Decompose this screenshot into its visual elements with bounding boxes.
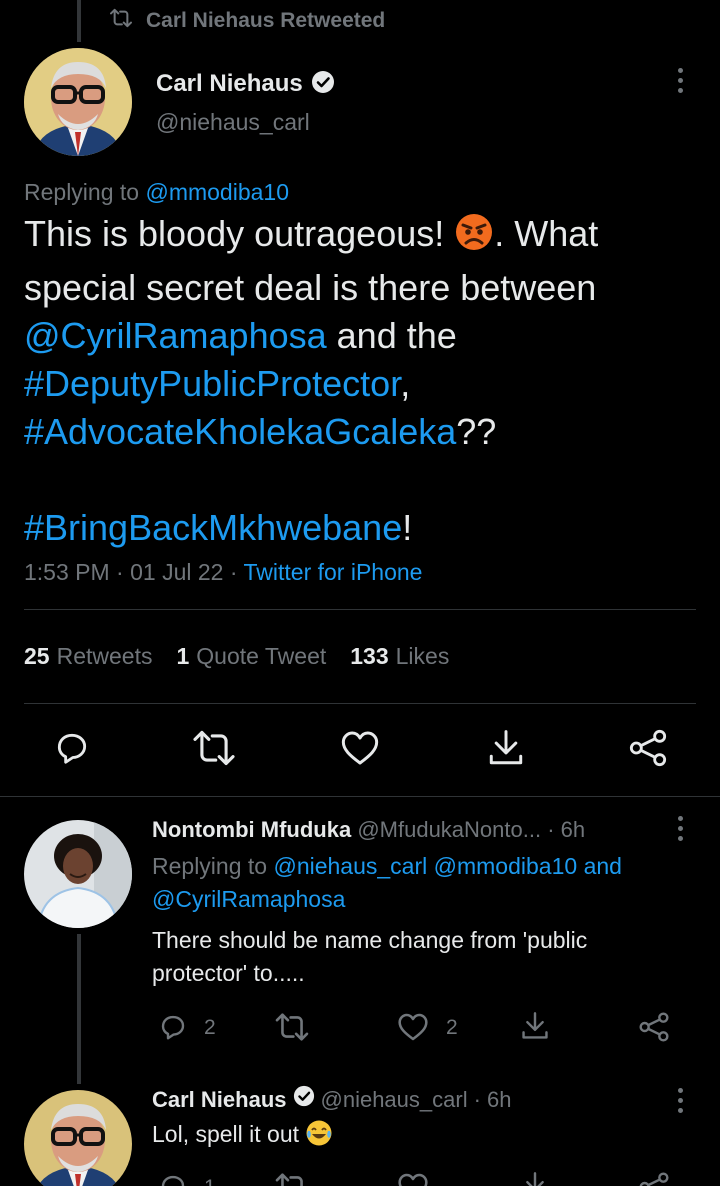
quotes-label: Quote Tweet <box>196 642 327 669</box>
angry-face-emoji-icon <box>454 212 494 264</box>
retweet-button[interactable] <box>272 1010 312 1044</box>
likes-count: 133 <box>350 642 389 669</box>
retweets-label: Retweets <box>56 642 153 669</box>
reply-author-avatar[interactable] <box>24 820 132 928</box>
reply-replying-to: Replying to @niehaus_carl @mmodiba10 and… <box>152 850 692 916</box>
timestamp-row: 1:53 PM · 01 Jul 22 · Twitter for iPhone <box>24 559 423 585</box>
share-button[interactable] <box>518 1168 552 1186</box>
thread-line-top <box>77 0 81 42</box>
retweet-button[interactable] <box>272 1170 312 1186</box>
more-options-icon[interactable] <box>660 1080 700 1120</box>
heart-icon <box>397 1172 429 1186</box>
hashtag-link[interactable]: #BringBackMkhwebane <box>24 507 402 548</box>
heart-icon <box>340 729 380 767</box>
download-share-icon <box>488 728 524 768</box>
retweet-icon <box>110 8 132 34</box>
reply-text: Lol, spell it out <box>152 1118 333 1156</box>
tweet-stats: 25 Retweets 1 Quote Tweet 133 Likes <box>24 638 473 674</box>
reply-header: Carl Niehaus @niehaus_carl · 6h <box>152 1084 512 1116</box>
share-network-button[interactable] <box>636 1170 672 1186</box>
quotes-stat[interactable]: 1 Quote Tweet <box>176 643 326 670</box>
replying-to-prefix: Replying to <box>24 179 140 205</box>
tweet-source[interactable]: Twitter for iPhone <box>244 559 423 585</box>
reply-author-avatar[interactable] <box>24 1090 132 1186</box>
replying-to: Replying to @mmodiba10 <box>24 176 289 208</box>
quotes-count: 1 <box>176 642 190 669</box>
author-name-row[interactable]: Carl Niehaus <box>156 68 335 100</box>
retweet-banner: Carl Niehaus Retweeted <box>110 6 385 36</box>
replying-to-prefix: Replying to <box>152 853 268 879</box>
more-options-icon[interactable] <box>660 808 700 848</box>
tweet-text-part: This is bloody outrageous! <box>24 213 445 254</box>
reply-author-name[interactable]: Carl Niehaus <box>152 1084 287 1116</box>
likes-label: Likes <box>395 642 450 669</box>
thread-line-reply <box>77 934 81 1084</box>
reply-time[interactable]: · 6h <box>547 817 585 842</box>
tweet-text-part: ?? <box>456 411 497 452</box>
like-count: 2 <box>446 1016 458 1039</box>
author-name[interactable]: Carl Niehaus <box>156 70 303 98</box>
reply-button[interactable] <box>50 726 94 770</box>
retweet-icon <box>274 1172 310 1186</box>
share-network-icon <box>638 1171 670 1186</box>
replying-to-and[interactable]: and <box>584 853 622 879</box>
share-button[interactable] <box>484 726 528 770</box>
divider <box>24 609 696 610</box>
replying-to-mention[interactable]: @niehaus_carl <box>273 853 427 879</box>
download-share-icon <box>521 1170 549 1186</box>
share-network-icon <box>638 1011 670 1043</box>
reply-count: 2 <box>204 1016 216 1039</box>
author-avatar[interactable] <box>24 48 132 156</box>
retweets-stat[interactable]: 25 Retweets <box>24 643 152 670</box>
verified-badge-icon <box>293 1084 315 1116</box>
heart-icon <box>397 1012 429 1042</box>
replying-to-mention[interactable]: @CyrilRamaphosa <box>152 886 345 912</box>
reply-time[interactable]: · 6h <box>474 1084 512 1116</box>
reply-header: Nontombi Mfuduka @MfudukaNonto... · 6h <box>152 814 585 846</box>
reply-icon <box>158 1012 188 1042</box>
divider <box>0 796 720 797</box>
reply-count: 1 <box>204 1176 216 1186</box>
share-button[interactable] <box>518 1008 552 1044</box>
replying-to-mention[interactable]: @mmodiba10 <box>145 179 289 205</box>
author-handle[interactable]: @niehaus_carl <box>156 106 310 138</box>
retweet-icon <box>192 729 236 767</box>
reply-text-content: Lol, spell it out <box>152 1121 300 1147</box>
retweet-icon <box>274 1012 310 1042</box>
hashtag-link[interactable]: #DeputyPublicProtector <box>24 363 400 404</box>
share-network-button[interactable] <box>626 726 670 770</box>
likes-stat[interactable]: 133 Likes <box>350 643 449 670</box>
like-button[interactable] <box>396 1010 430 1044</box>
tweet-time[interactable]: 1:53 PM <box>24 559 110 585</box>
share-network-icon <box>628 728 668 768</box>
like-button[interactable] <box>338 726 382 770</box>
like-button[interactable] <box>396 1170 430 1186</box>
tears-of-joy-emoji-icon <box>305 1119 333 1156</box>
divider <box>24 703 696 704</box>
reply-text: There should be name change from 'public… <box>152 927 588 986</box>
reply-icon <box>158 1172 188 1186</box>
replying-to-mention[interactable]: @mmodiba10 <box>434 853 578 879</box>
more-options-icon[interactable] <box>660 60 700 100</box>
hashtag-link[interactable]: #AdvocateKholekaGcaleka <box>24 411 456 452</box>
verified-badge-icon <box>311 70 335 99</box>
reply-author-handle[interactable]: @niehaus_carl <box>321 1084 468 1116</box>
mention-link[interactable]: @CyrilRamaphosa <box>24 315 327 356</box>
tweet-text-part: , <box>400 363 411 404</box>
retweets-count: 25 <box>24 642 50 669</box>
reply-button[interactable] <box>156 1170 190 1186</box>
reply-author-handle[interactable]: @MfudukaNonto... <box>357 817 541 842</box>
download-share-icon <box>521 1010 549 1042</box>
reply-author-name[interactable]: Nontombi Mfuduka <box>152 817 351 842</box>
tweet-text: This is bloody outrageous! . What specia… <box>24 210 696 552</box>
share-network-button[interactable] <box>636 1010 672 1044</box>
retweet-button[interactable] <box>192 726 236 770</box>
reply-button[interactable] <box>156 1010 190 1044</box>
tweet-date[interactable]: 01 Jul 22 <box>130 559 223 585</box>
tweet-text-part: ! <box>402 507 413 548</box>
reply-icon <box>53 729 91 767</box>
tweet-text-part: and the <box>326 315 457 356</box>
tweet-detail-page: Carl Niehaus Retweeted Carl Niehaus @nie… <box>0 0 720 1186</box>
retweet-banner-label: Carl Niehaus Retweeted <box>146 9 386 32</box>
